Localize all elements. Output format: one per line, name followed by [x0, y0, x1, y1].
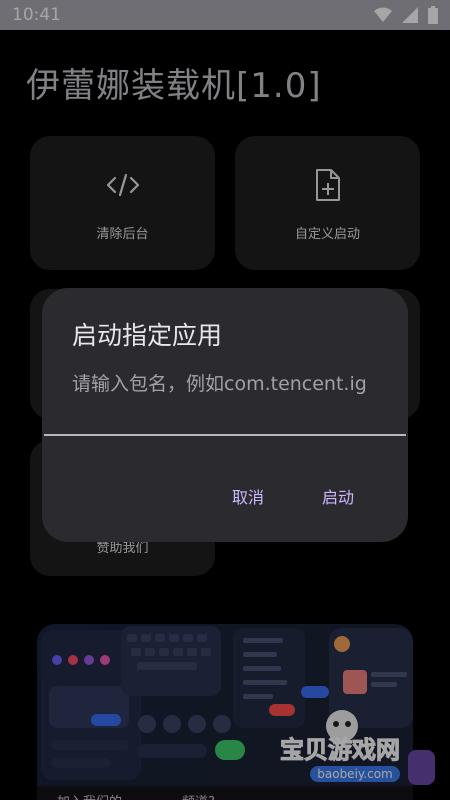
launch-app-dialog: 启动指定应用 请输入包名，例如com.tencent.ig 取消 启动 [42, 288, 408, 542]
cancel-button[interactable]: 取消 [232, 484, 264, 508]
package-name-input[interactable]: 请输入包名，例如com.tencent.ig [72, 370, 372, 398]
input-underline [44, 434, 406, 436]
launch-button[interactable]: 启动 [322, 484, 354, 508]
dialog-title: 启动指定应用 [72, 321, 223, 350]
